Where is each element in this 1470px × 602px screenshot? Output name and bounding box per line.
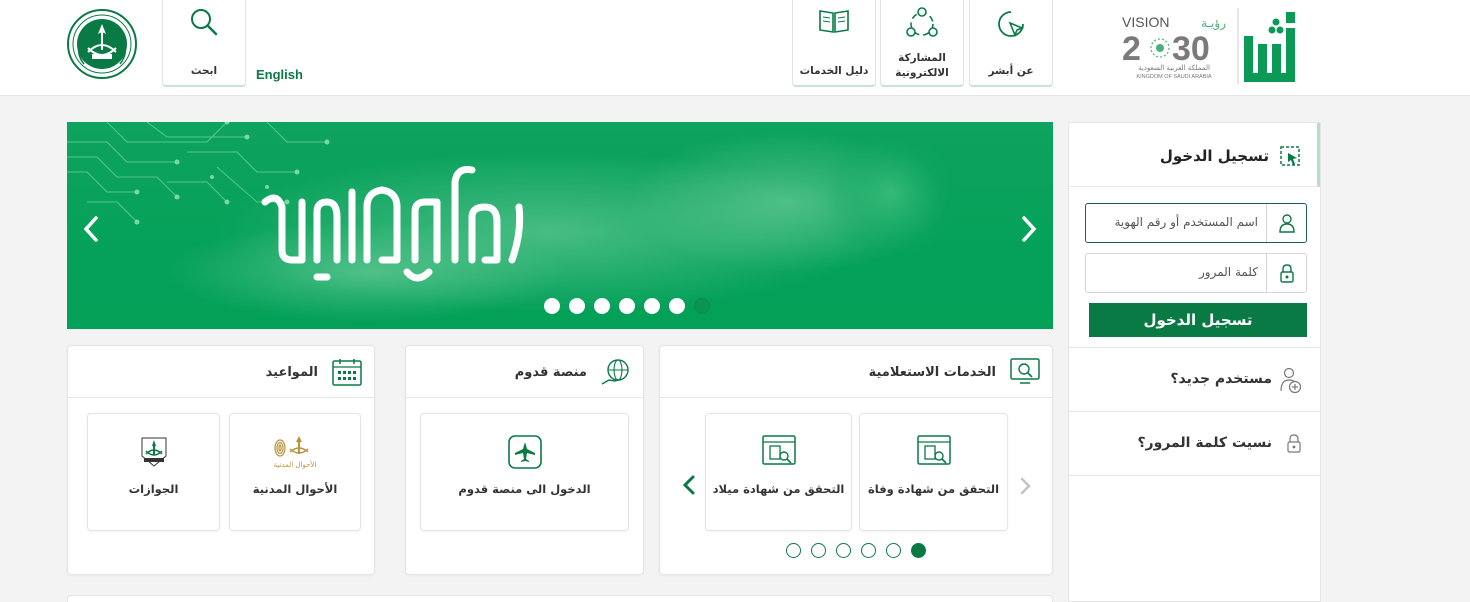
carousel-page-dot[interactable] — [861, 543, 876, 558]
login-panel: تسجيل الدخول اسم المستخدم أو رقم الهوية … — [1068, 122, 1321, 602]
login-submit-button[interactable]: تسجيل الدخول — [1089, 303, 1307, 337]
globe-hand-icon — [601, 358, 631, 390]
ramadan-calligraphy — [261, 166, 524, 282]
carousel-page-dot[interactable] — [811, 543, 826, 558]
english-language-link[interactable]: English — [256, 67, 303, 82]
username-placeholder: اسم المستخدم أو رقم الهوية — [1114, 215, 1258, 229]
service-tile-qudoom-login[interactable]: الدخول الى منصة قدوم — [420, 413, 629, 531]
login-cursor-icon — [1279, 145, 1301, 171]
top-header: ابحث English دليل الخدمات المشاركة الالك… — [0, 0, 1470, 96]
qudoom-platform-card: منصة قدوم الدخول الى منصة قدوم — [405, 345, 644, 575]
civil-affairs-logo: الأحوال المدنية — [230, 434, 360, 470]
vision-year-left: 2 — [1122, 30, 1141, 68]
banner-next-arrow[interactable] — [1017, 214, 1041, 244]
card-header: الخدمات الاستعلامية — [660, 346, 1052, 398]
appointment-tile-label: الجوازات — [128, 482, 179, 496]
chevron-right-icon — [1022, 216, 1037, 242]
card-header: المواعيد — [68, 346, 374, 398]
passports-emblem-icon — [88, 434, 219, 470]
book-icon — [793, 6, 875, 42]
banner-slide-dot[interactable] — [619, 298, 635, 314]
appointment-tile-label: الأحوال المدنية — [252, 482, 338, 496]
document-search-icon — [860, 434, 1007, 468]
appointment-tile-passports[interactable]: الجوازات — [87, 413, 220, 531]
banner-slide-dots — [544, 298, 710, 314]
chevron-left-icon — [682, 475, 695, 495]
lock-icon — [1286, 433, 1302, 457]
vision-kingdom-english: KINGDOM OF SAUDI ARABIA — [1136, 74, 1212, 80]
forgot-password-label: نسيت كلمة المرور؟ — [1137, 435, 1272, 451]
service-tile-label: الدخول الى منصة قدوم — [458, 482, 591, 496]
nav-label: عن أبشر — [988, 65, 1034, 77]
absher-logo[interactable] — [1236, 6, 1304, 86]
document-search-icon — [706, 434, 851, 468]
vision-kingdom-arabic: المملكة العربية السعودية — [1138, 64, 1210, 72]
lock-icon — [1266, 254, 1306, 292]
banner-slide-dot[interactable] — [669, 298, 685, 314]
nav-label: دليل الخدمات — [799, 65, 869, 77]
carousel-page-dot[interactable] — [836, 543, 851, 558]
carousel-page-dot[interactable] — [786, 543, 801, 558]
service-tile-death-certificate[interactable]: التحقق من شهادة وفاة — [859, 413, 1008, 531]
nav-eparticipation[interactable]: المشاركة الالكترونية — [880, 0, 964, 87]
vision-text: VISION — [1122, 14, 1169, 30]
banner-prev-arrow[interactable] — [79, 214, 103, 244]
hero-banner-carousel[interactable] — [67, 122, 1053, 329]
civil-affairs-logo-text: الأحوال المدنية — [274, 460, 317, 469]
service-tile-label: التحقق من شهادة ميلاد — [712, 482, 845, 496]
inquiry-services-card: الخدمات الاستعلامية التحقق من شهادة وفاة… — [659, 345, 1053, 575]
banner-slide-dot[interactable] — [694, 298, 710, 314]
network-people-icon — [881, 6, 963, 42]
nav-about-absher[interactable]: عن أبشر — [969, 0, 1053, 87]
chevron-right-icon — [1020, 477, 1031, 495]
login-title: تسجيل الدخول — [1159, 147, 1269, 165]
forgot-password-link[interactable]: نسيت كلمة المرور؟ — [1069, 411, 1320, 475]
divider — [1069, 475, 1320, 477]
monitor-search-icon — [1010, 358, 1040, 388]
bottom-section-card — [67, 595, 1053, 602]
password-input[interactable]: كلمة المرور — [1085, 253, 1307, 293]
vision-palm-emblem — [1150, 38, 1170, 58]
banner-slide-dot[interactable] — [544, 298, 560, 314]
airplane-icon — [421, 434, 628, 470]
carousel-next-arrow[interactable] — [682, 474, 696, 500]
new-user-label: مستخدم جديد؟ — [1170, 371, 1272, 387]
nav-services-guide[interactable]: دليل الخدمات — [792, 0, 876, 87]
card-title: الخدمات الاستعلامية — [868, 365, 996, 380]
inquiry-page-dots — [786, 543, 926, 558]
banner-slide-dot[interactable] — [569, 298, 585, 314]
username-input[interactable]: اسم المستخدم أو رقم الهوية — [1085, 203, 1307, 243]
search-button[interactable]: ابحث — [162, 0, 246, 87]
carousel-page-dot[interactable] — [886, 543, 901, 558]
service-tile-label: التحقق من شهادة وفاة — [867, 482, 1000, 496]
service-tile-birth-certificate[interactable]: التحقق من شهادة ميلاد — [705, 413, 852, 531]
card-title: المواعيد — [265, 365, 318, 380]
chevron-left-icon — [83, 216, 98, 242]
vision-2030-logo: VISION رؤيـة 2 30 المملكة العربية السعود… — [1120, 10, 1230, 80]
banner-slide-dot[interactable] — [644, 298, 660, 314]
ministry-emblem-logo[interactable] — [66, 8, 138, 80]
password-placeholder: كلمة المرور — [1198, 265, 1258, 279]
calendar-icon — [332, 358, 362, 390]
cursor-circle-icon — [970, 6, 1052, 42]
nav-label: المشاركة الالكترونية — [895, 52, 949, 79]
card-header: منصة قدوم — [406, 346, 643, 398]
carousel-prev-arrow[interactable] — [1019, 476, 1031, 500]
banner-slide-dot[interactable] — [594, 298, 610, 314]
vision-arabic-text: رؤيـة — [1201, 16, 1226, 31]
appointment-tile-civil-affairs[interactable]: الأحوال المدنية الأحوال المدنية — [229, 413, 361, 531]
carousel-page-dot[interactable] — [911, 543, 926, 558]
user-icon — [1266, 204, 1306, 242]
appointments-card: المواعيد الأحوال المدنية الأحوال المدنية — [67, 345, 375, 575]
login-header: تسجيل الدخول — [1069, 123, 1320, 187]
search-icon — [163, 6, 245, 42]
new-user-link[interactable]: مستخدم جديد؟ — [1069, 347, 1320, 411]
vision-year-right: 30 — [1172, 30, 1210, 68]
add-user-icon — [1280, 366, 1302, 398]
card-title: منصة قدوم — [514, 365, 587, 380]
search-label: ابحث — [190, 65, 218, 77]
